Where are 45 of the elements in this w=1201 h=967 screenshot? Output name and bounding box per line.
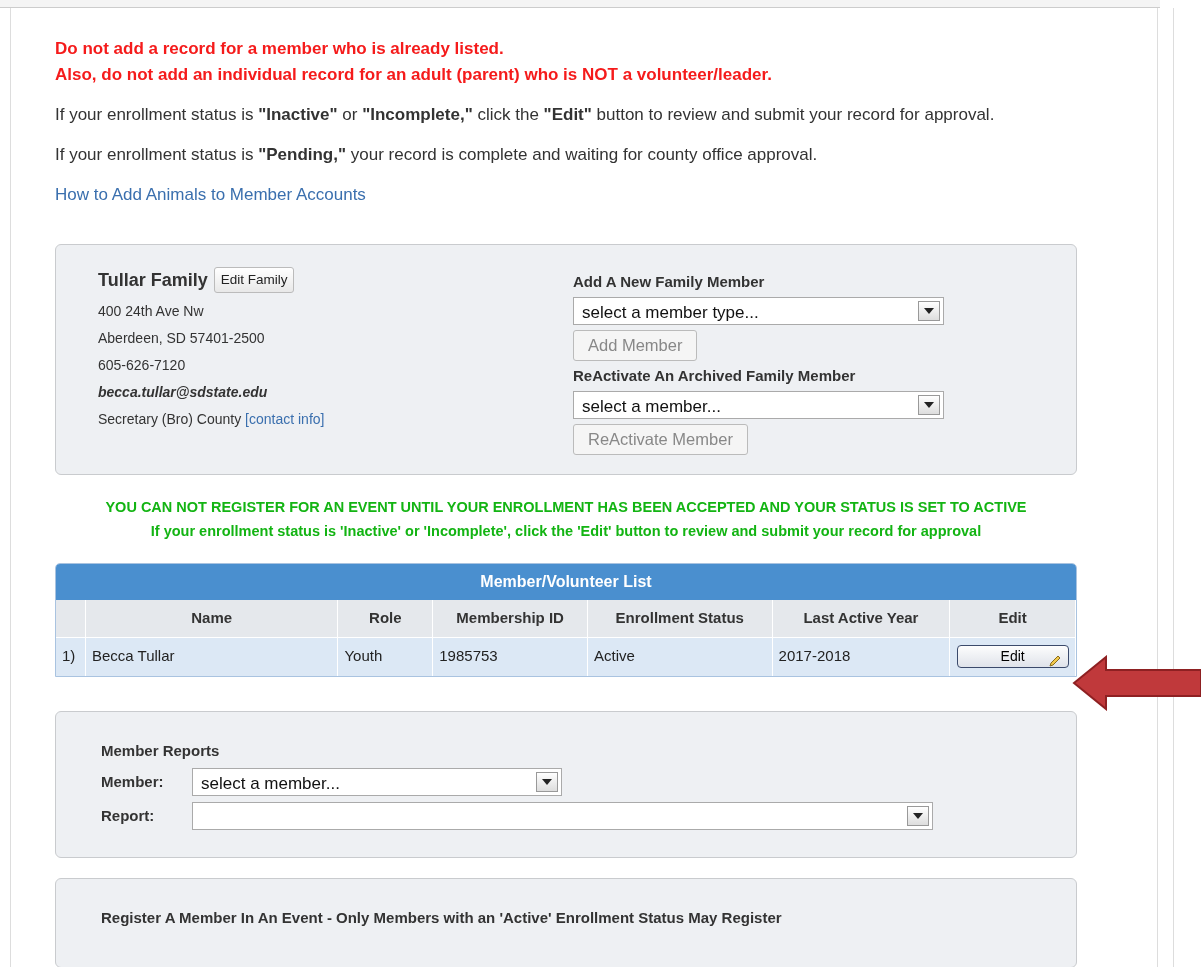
address-text: Aberdeen, SD 57401-2500 (98, 329, 265, 346)
table-cell: 1985753 (433, 637, 588, 676)
field-label: Member: (101, 771, 165, 792)
column-header: Role (338, 599, 434, 638)
instruction-text: If your enrollment status is "Pending," your record is complete and waiting for county office approval. (55, 144, 819, 166)
address-text: 400 24th Ave Nw (98, 302, 204, 319)
instruction-text: If your enrollment status is "Inactive" or "Incomplete," click the "Edit" button to review and submit your record for approval. (55, 104, 996, 126)
field-label: Report: (101, 805, 156, 826)
column-header: Enrollment Status (587, 599, 773, 638)
header-cell (56, 599, 86, 638)
arrow-icon (1072, 655, 1201, 711)
select-field[interactable]: select a member type... (573, 297, 944, 325)
help-link[interactable]: How to Add Animals to Member Accounts (55, 182, 366, 208)
column-header: Edit (950, 599, 1076, 638)
contact-link[interactable]: [contact info] (245, 410, 325, 427)
column-header: Last Active Year (772, 599, 951, 638)
column-header: Name (85, 599, 339, 638)
family-name: Tullar Family (98, 268, 208, 292)
table-title: Member/Volunteer List (56, 563, 1076, 600)
select-field[interactable]: select a member... (192, 768, 562, 796)
warning-text: Do not add a record for a member who is already listed. (55, 38, 505, 60)
dropdown-icon (536, 772, 558, 792)
email-text: becca.tullar@sdstate.edu (98, 383, 268, 400)
warning-text: Also, do not add an individual record for an adult (parent) who is NOT a volunteer/leader. (55, 64, 773, 86)
notice-text: If your enrollment status is 'Inactive' or 'Incomplete', click the 'Edit' button to review and submit your record for approval (149, 521, 983, 541)
section-title: Register A Member In An Event - Only Members with an 'Active' Enrollment Status May Register (101, 907, 783, 928)
select-field[interactable] (192, 802, 933, 830)
table-cell: 2017-2018 (772, 637, 951, 676)
table-cell: Becca Tullar (85, 637, 339, 676)
address-text: 605-626-7120 (98, 356, 186, 373)
edit-family-button[interactable]: Edit Family (213, 266, 295, 294)
notice-text: YOU CAN NOT REGISTER FOR AN EVENT UNTIL YOUR ENROLLMENT HAS BEEN ACCEPTED AND YOUR STATUS IS SET TO ACTIVE (104, 497, 1028, 517)
table-cell: 1) (56, 637, 86, 676)
role-text: Secretary (Bro) County (98, 410, 242, 427)
table-cell: Active (587, 637, 773, 676)
field-label: Add A New Family Member (573, 271, 766, 292)
edit-button[interactable]: Edit (956, 645, 1069, 668)
select-field[interactable]: select a member... (573, 391, 944, 420)
dropdown-icon (907, 806, 929, 826)
column-header: Membership ID (433, 599, 588, 638)
dropdown-icon (918, 395, 940, 416)
dropdown-icon (918, 301, 940, 321)
field-label: ReActivate An Archived Family Member (573, 365, 857, 386)
section-title: Member Reports (101, 740, 221, 761)
table-cell: Youth (338, 637, 434, 676)
